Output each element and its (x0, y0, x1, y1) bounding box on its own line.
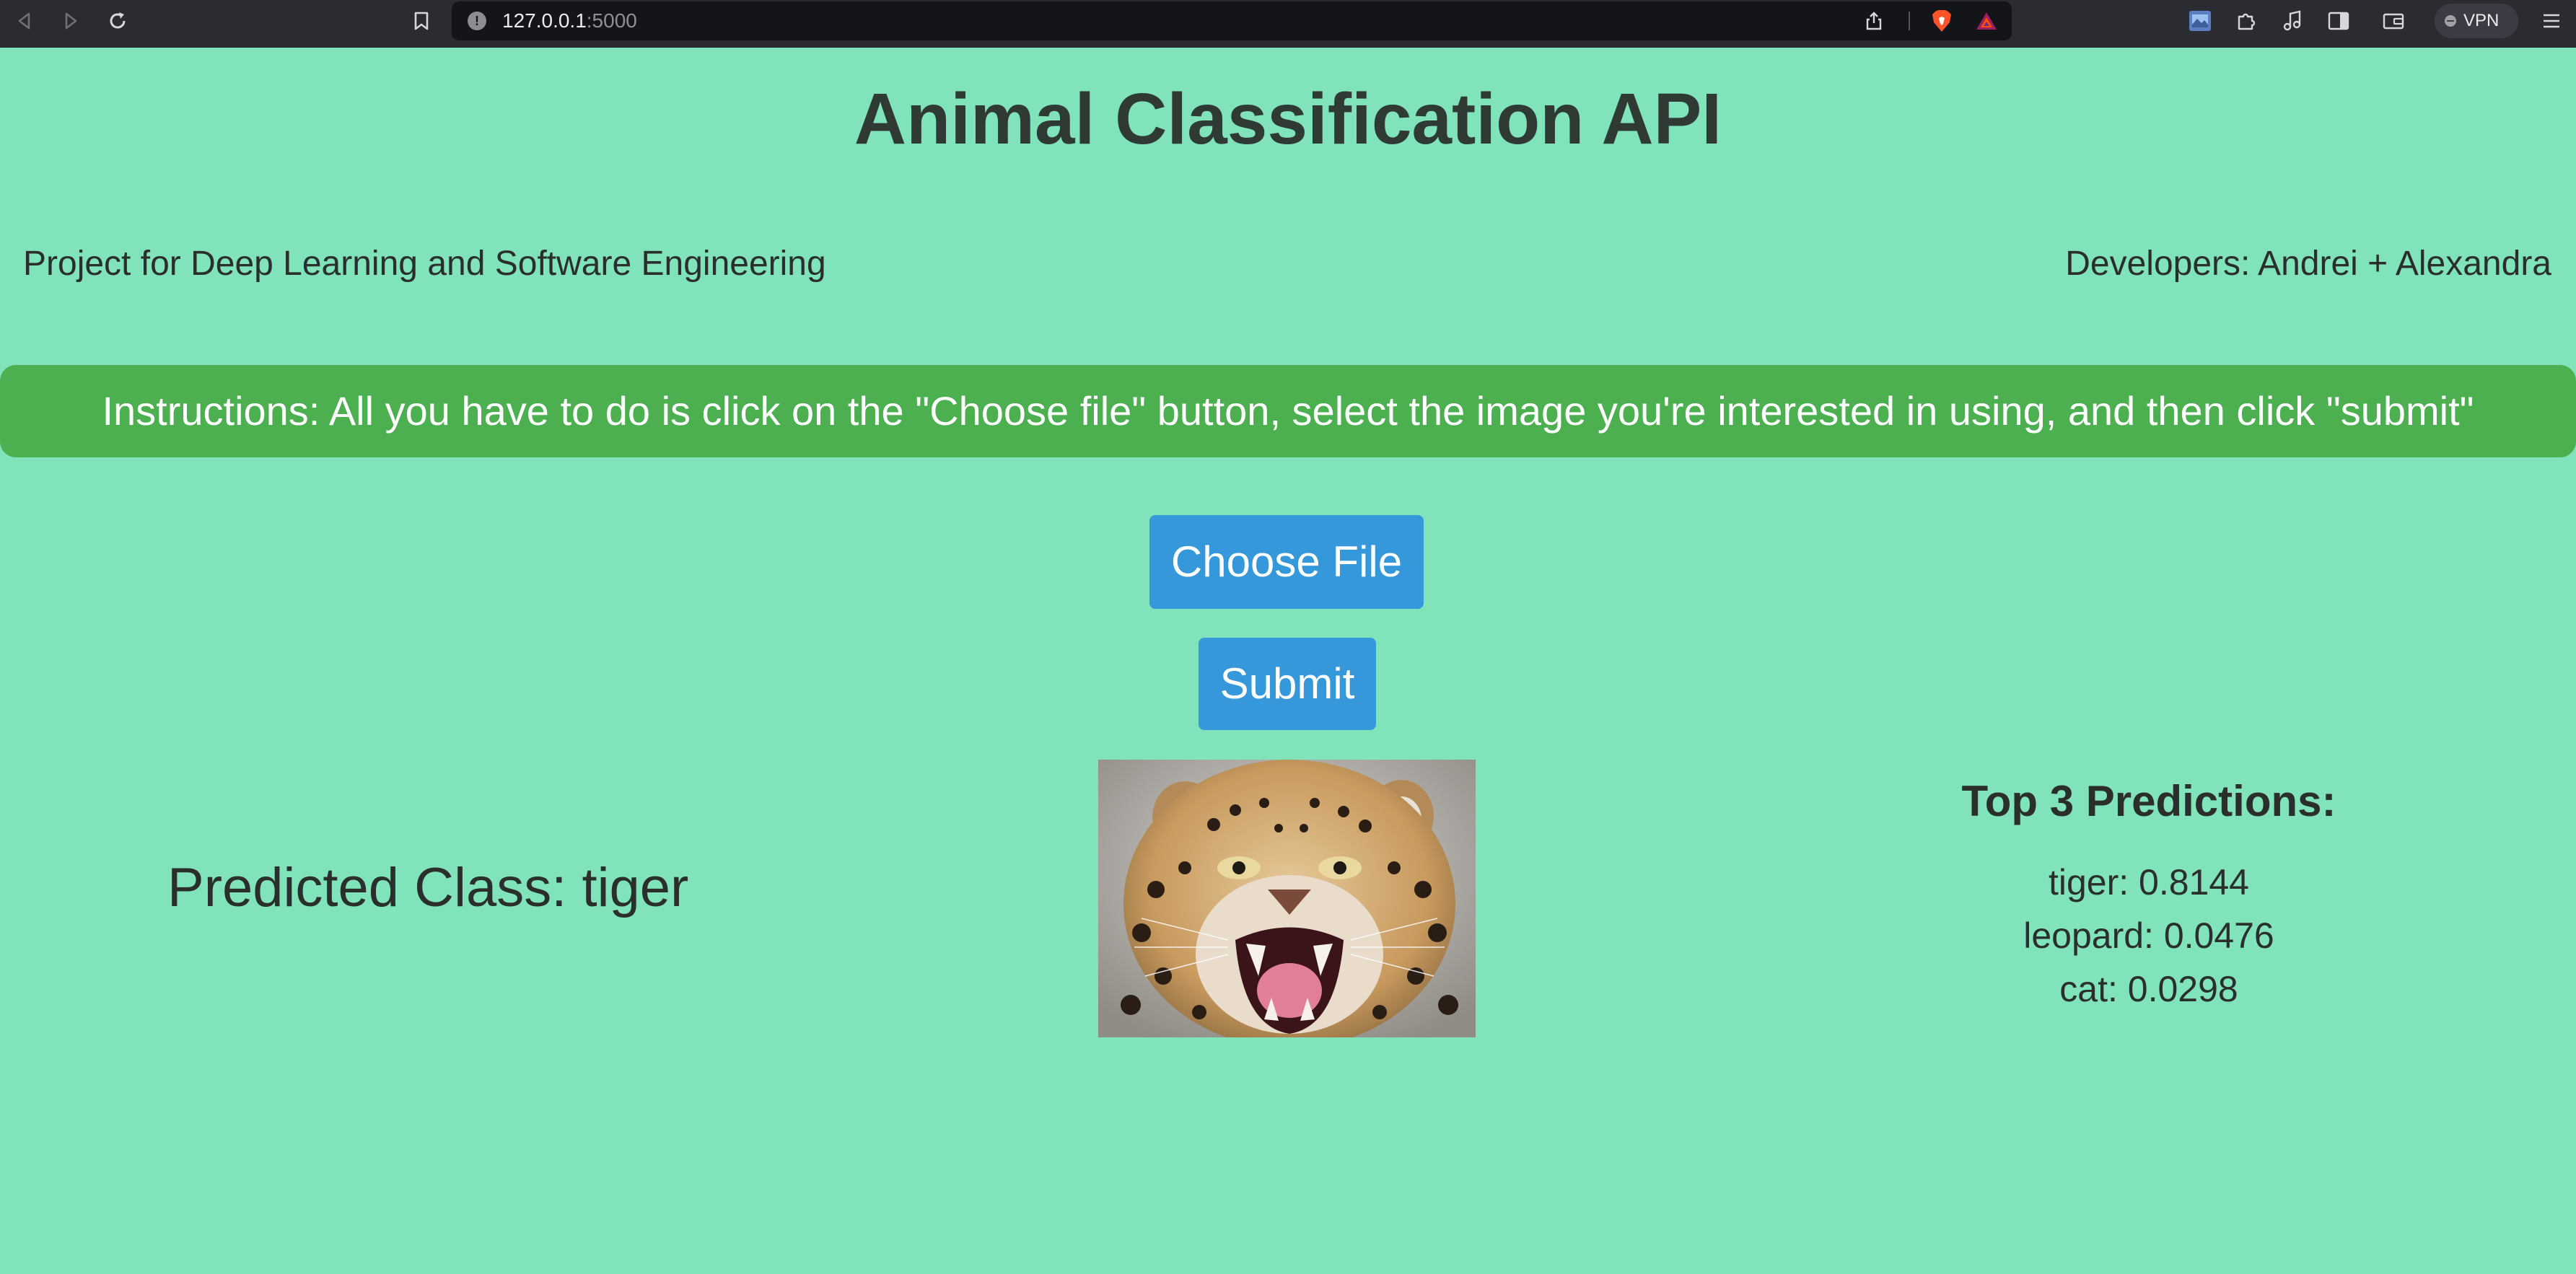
prediction-item: tiger: 0.8144 (2049, 862, 2249, 902)
vpn-status-icon (2445, 15, 2456, 27)
top-predictions-title: Top 3 Predictions: (1961, 777, 2336, 825)
choose-file-button[interactable]: Choose File (1149, 515, 1424, 609)
browser-toolbar: ! 127.0.0.1:5000 VPN (0, 0, 2576, 48)
back-icon[interactable] (13, 0, 36, 42)
brave-shields-icon[interactable] (1929, 1, 1954, 40)
uploaded-image (1098, 760, 1476, 1037)
url-host: 127.0.0.1 (502, 9, 587, 32)
forward-icon[interactable] (59, 0, 82, 42)
sidebar-icon[interactable] (2326, 0, 2351, 42)
top-predictions-list: tiger: 0.8144 leopard: 0.0476 cat: 0.029… (1804, 856, 2494, 1016)
address-bar[interactable]: ! 127.0.0.1:5000 (452, 1, 2012, 40)
menu-icon[interactable] (2540, 0, 2563, 42)
page-title: Animal Classification API (854, 79, 1722, 159)
bookmark-icon[interactable] (410, 0, 433, 42)
puzzle-icon[interactable] (2234, 0, 2259, 42)
predicted-class: Predicted Class: tiger (167, 857, 689, 918)
url-port: :5000 (586, 9, 637, 32)
share-icon[interactable] (1863, 1, 1885, 40)
submit-button[interactable]: Submit (1199, 638, 1376, 730)
music-icon[interactable] (2280, 0, 2305, 42)
vpn-label: VPN (2463, 11, 2500, 30)
reload-icon[interactable] (105, 0, 130, 42)
divider (1909, 12, 1910, 30)
extension-icon[interactable] (2188, 0, 2212, 42)
vpn-button[interactable]: VPN (2435, 4, 2518, 38)
url-text[interactable]: 127.0.0.1:5000 (502, 1, 637, 40)
wallet-icon[interactable] (2381, 0, 2406, 42)
site-info-icon[interactable]: ! (468, 12, 486, 30)
brave-rewards-icon[interactable] (1974, 1, 1999, 40)
project-description: Project for Deep Learning and Software E… (23, 245, 826, 283)
prediction-item: leopard: 0.0476 (2023, 915, 2274, 956)
prediction-item: cat: 0.0298 (2059, 969, 2238, 1009)
developers-credit: Developers: Andrei + Alexandra (2065, 245, 2551, 283)
instructions-banner: Instructions: All you have to do is clic… (0, 365, 2576, 457)
